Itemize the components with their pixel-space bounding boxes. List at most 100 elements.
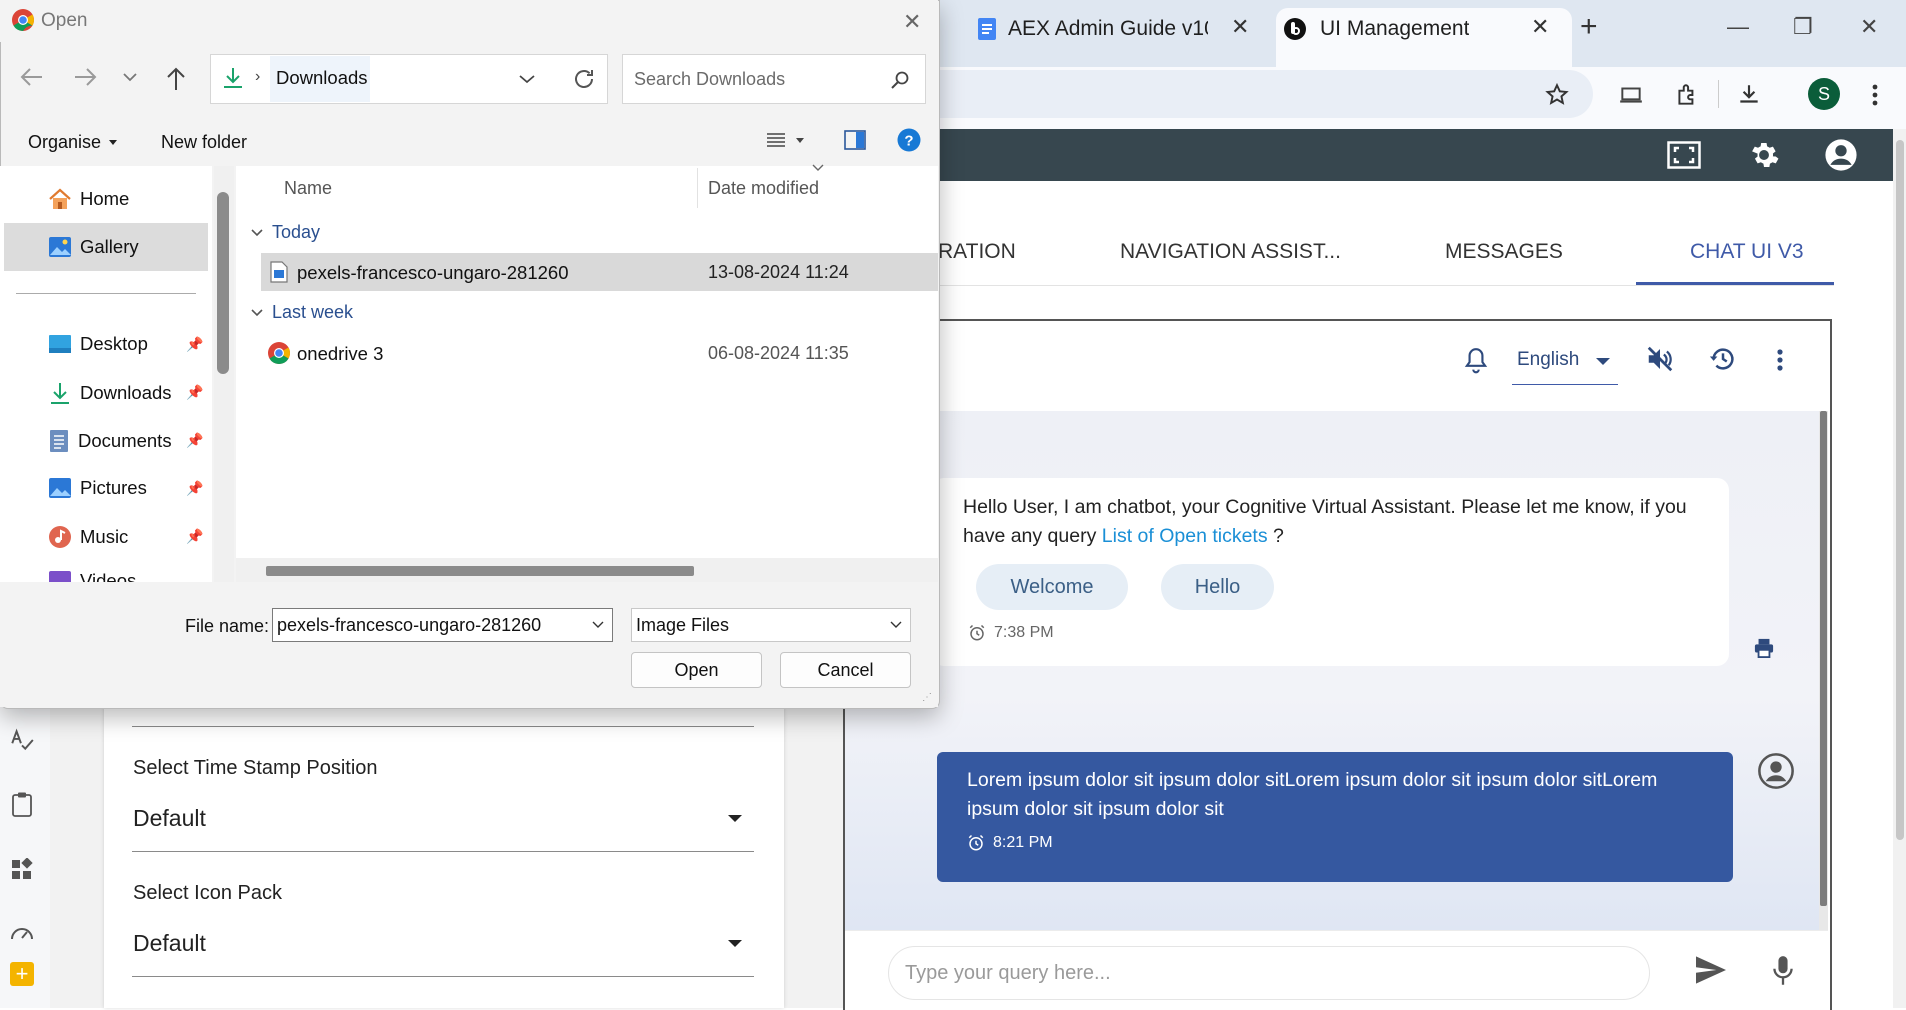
cast-icon[interactable] <box>1614 78 1648 112</box>
dropdown-arrow-icon[interactable] <box>728 815 742 822</box>
group-last-week[interactable]: Last week <box>250 302 353 323</box>
file-type-select[interactable]: Image Files <box>631 608 911 642</box>
mute-icon[interactable] <box>1645 344 1675 374</box>
back-arrow-icon[interactable] <box>20 66 44 88</box>
tab-chat-ui-v3[interactable]: CHAT UI V3 <box>1690 240 1804 264</box>
nav-item-downloads[interactable]: Downloads <box>48 381 172 405</box>
account-circle-icon[interactable] <box>1822 136 1860 174</box>
close-window-icon[interactable]: ✕ <box>1860 14 1878 40</box>
extensions-icon[interactable] <box>1670 78 1704 112</box>
dashboard-gauge-icon[interactable] <box>6 916 38 948</box>
nav-pane-scrollbar-thumb[interactable] <box>217 192 229 374</box>
search-icon[interactable] <box>890 70 910 90</box>
field-underline <box>132 726 754 727</box>
nav-item-gallery[interactable]: Gallery <box>48 236 139 258</box>
docs-icon <box>978 18 996 40</box>
timestamp-position-select[interactable]: Default <box>133 805 206 832</box>
add-box-icon[interactable]: + <box>6 958 38 990</box>
downloads-icon[interactable] <box>1732 78 1766 112</box>
restore-icon[interactable]: ❐ <box>1793 14 1813 40</box>
column-header-date-modified[interactable]: Date modified <box>708 178 819 199</box>
tab-messages[interactable]: MESSAGES <box>1445 240 1563 264</box>
nav-item-home[interactable]: Home <box>48 188 129 210</box>
send-icon[interactable] <box>1694 955 1728 985</box>
group-today[interactable]: Today <box>250 222 320 243</box>
chat-scrollbar-thumb[interactable] <box>1820 411 1827 906</box>
dropdown-arrow-icon[interactable] <box>728 940 742 947</box>
open-button[interactable]: Open <box>631 652 762 688</box>
minimize-icon[interactable]: — <box>1727 14 1749 40</box>
close-tab-icon[interactable]: ✕ <box>1531 16 1549 38</box>
videos-icon <box>49 571 71 582</box>
file-date-cell: 06-08-2024 11:35 <box>708 343 849 363</box>
open-tickets-link[interactable]: List of Open tickets <box>1102 525 1268 547</box>
download-location-icon <box>222 66 244 90</box>
profile-avatar[interactable]: S <box>1808 78 1840 110</box>
chevron-down-icon <box>251 308 263 316</box>
settings-gear-icon[interactable] <box>1745 136 1783 174</box>
gallery-icon <box>49 237 71 257</box>
nav-label: Documents <box>78 430 172 451</box>
address-dropdown-chevron-icon[interactable] <box>518 74 536 84</box>
print-icon[interactable] <box>1753 638 1775 658</box>
chip-welcome[interactable]: Welcome <box>976 564 1128 610</box>
forward-arrow-icon[interactable] <box>73 66 97 88</box>
file-name-cell[interactable]: pexels-francesco-ungaro-281260 <box>297 262 569 284</box>
chat-query-input[interactable] <box>888 946 1650 1000</box>
cancel-button[interactable]: Cancel <box>780 652 911 688</box>
column-header-name[interactable]: Name <box>284 178 332 199</box>
preview-pane-icon[interactable] <box>844 130 866 150</box>
chat-more-options-icon[interactable] <box>1776 348 1784 372</box>
notification-bell-icon[interactable] <box>1463 346 1489 376</box>
pin-icon[interactable]: 📌 <box>186 480 203 497</box>
nav-item-desktop[interactable]: Desktop <box>48 333 148 355</box>
microphone-icon[interactable] <box>1770 955 1796 987</box>
refresh-icon[interactable] <box>572 67 596 91</box>
recent-locations-chevron-icon[interactable] <box>122 72 138 82</box>
dialog-close-icon[interactable]: ✕ <box>903 9 921 35</box>
pin-icon[interactable]: 📌 <box>186 432 203 449</box>
clipboard-icon[interactable] <box>6 788 38 820</box>
sort-chevron-icon[interactable] <box>812 164 824 172</box>
help-icon[interactable]: ? <box>897 128 921 152</box>
close-tab-icon[interactable]: ✕ <box>1231 16 1249 38</box>
icon-pack-select[interactable]: Default <box>133 930 206 957</box>
tab-navigation-assist[interactable]: NAVIGATION ASSIST... <box>1120 240 1341 264</box>
view-options-button[interactable] <box>766 132 804 148</box>
nav-item-pictures[interactable]: Pictures <box>48 477 147 499</box>
new-folder-button[interactable]: New folder <box>161 132 247 153</box>
browser-tab-admin-guide[interactable]: AEX Admin Guide v10.0.d <box>978 0 1238 58</box>
organise-menu-button[interactable]: Organise <box>28 132 118 153</box>
pin-icon[interactable]: 📌 <box>186 384 203 401</box>
tab-integration[interactable]: RATION <box>938 240 1016 264</box>
nav-item-music[interactable]: Music <box>48 525 128 549</box>
chip-hello[interactable]: Hello <box>1161 564 1274 610</box>
bot-time: 7:38 PM <box>994 624 1054 641</box>
pin-icon[interactable]: 📌 <box>186 528 203 545</box>
widgets-icon[interactable] <box>6 854 38 886</box>
address-bar[interactable] <box>940 70 1593 118</box>
file-name-input[interactable] <box>272 608 613 642</box>
browser-menu-icon[interactable] <box>1858 78 1892 112</box>
pin-icon[interactable]: 📌 <box>186 336 203 353</box>
spellcheck-icon[interactable] <box>6 724 38 756</box>
fullscreen-icon[interactable] <box>1665 136 1703 174</box>
dialog-search-input[interactable] <box>622 54 926 104</box>
new-tab-button[interactable]: + <box>1580 10 1598 44</box>
browser-tab-active-content[interactable]: UI Management <box>1284 0 1544 58</box>
page-scrollbar-thumb[interactable] <box>1896 140 1904 840</box>
svg-text:?: ? <box>904 133 913 150</box>
file-name-cell[interactable]: onedrive 3 <box>297 343 383 365</box>
file-list-horizontal-scrollbar-thumb[interactable] <box>266 566 694 576</box>
column-divider[interactable] <box>697 168 698 208</box>
up-arrow-icon[interactable] <box>165 67 187 91</box>
bookmark-star-icon[interactable] <box>1540 78 1574 112</box>
language-select[interactable]: English <box>1512 344 1618 385</box>
nav-item-documents[interactable]: Documents <box>48 429 172 453</box>
file-name-dropdown-icon[interactable] <box>592 621 604 629</box>
history-icon[interactable] <box>1708 344 1738 374</box>
nav-item-videos[interactable]: Videos <box>48 570 136 582</box>
resize-grip-icon[interactable]: ⋰ <box>922 692 932 703</box>
breadcrumb-downloads[interactable]: Downloads <box>276 67 368 89</box>
alarm-clock-icon <box>969 624 985 641</box>
